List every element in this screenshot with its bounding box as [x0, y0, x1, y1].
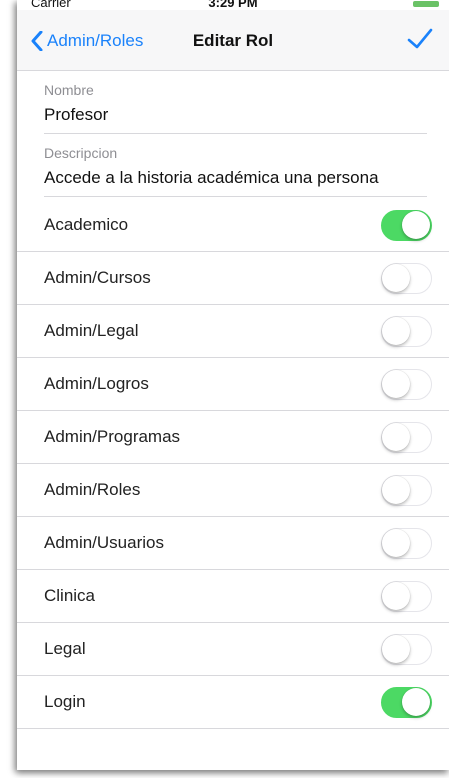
description-input[interactable] — [44, 162, 427, 197]
legal-toggle[interactable] — [381, 633, 432, 665]
permission-row-admin-roles: Admin/Roles — [17, 464, 449, 517]
toggle-knob — [382, 581, 410, 610]
academico-toggle[interactable] — [381, 209, 432, 241]
clinica-toggle[interactable] — [381, 580, 432, 612]
device-screen: Carrier 3:29 PM Admin/Roles Editar Rol N… — [17, 0, 449, 770]
permission-row-admin-cursos: Admin/Cursos — [17, 252, 449, 305]
permission-label: Admin/Legal — [44, 321, 139, 340]
toggle-knob — [382, 634, 410, 663]
permission-row-admin-usuarios: Admin/Usuarios — [17, 517, 449, 570]
admin-roles-toggle[interactable] — [381, 474, 432, 506]
name-field: Nombre — [17, 71, 449, 134]
permission-label: Legal — [44, 639, 86, 658]
description-field: Descripcion — [17, 134, 449, 197]
permission-row-admin-logros: Admin/Logros — [17, 358, 449, 411]
admin-programas-toggle[interactable] — [381, 421, 432, 453]
checkmark-icon[interactable] — [407, 28, 433, 50]
battery-icon — [413, 1, 439, 7]
toggle-knob — [382, 422, 410, 451]
description-field-label: Descripcion — [44, 145, 118, 161]
permission-row-login: Login — [17, 676, 449, 729]
toggle-knob — [382, 528, 410, 557]
permission-list: Academico Admin/Cursos Admin/Legal Admin… — [17, 199, 449, 729]
permission-label: Clinica — [44, 586, 96, 605]
toggle-knob — [382, 263, 410, 292]
permission-label: Admin/Usuarios — [44, 533, 164, 552]
permission-row-academico: Academico — [17, 199, 449, 252]
permission-label: Admin/Cursos — [44, 268, 151, 287]
admin-legal-toggle[interactable] — [381, 315, 432, 347]
permission-row-legal: Legal — [17, 623, 449, 676]
status-bar: Carrier 3:29 PM — [17, 0, 449, 10]
permission-label: Admin/Programas — [44, 427, 181, 446]
admin-cursos-toggle[interactable] — [381, 262, 432, 294]
admin-usuarios-toggle[interactable] — [381, 527, 432, 559]
toggle-knob — [382, 475, 410, 504]
page-title: Editar Rol — [192, 31, 274, 50]
toggle-knob — [382, 316, 410, 345]
name-input[interactable] — [44, 99, 427, 134]
clock: 3:29 PM — [208, 0, 258, 10]
toggle-knob — [402, 687, 430, 716]
permission-row-admin-legal: Admin/Legal — [17, 305, 449, 358]
permission-row-admin-programas: Admin/Programas — [17, 411, 449, 464]
toggle-knob — [402, 210, 430, 239]
permission-label: Login — [44, 692, 86, 711]
name-field-label: Nombre — [44, 82, 94, 98]
permission-label: Admin/Logros — [44, 374, 149, 393]
permission-label: Admin/Roles — [44, 480, 141, 499]
admin-logros-toggle[interactable] — [381, 368, 432, 400]
navigation-bar: Admin/Roles Editar Rol — [17, 10, 449, 71]
permission-label: Academico — [44, 215, 129, 234]
login-toggle[interactable] — [381, 686, 432, 718]
permission-row-clinica: Clinica — [17, 570, 449, 623]
toggle-knob — [382, 369, 410, 398]
